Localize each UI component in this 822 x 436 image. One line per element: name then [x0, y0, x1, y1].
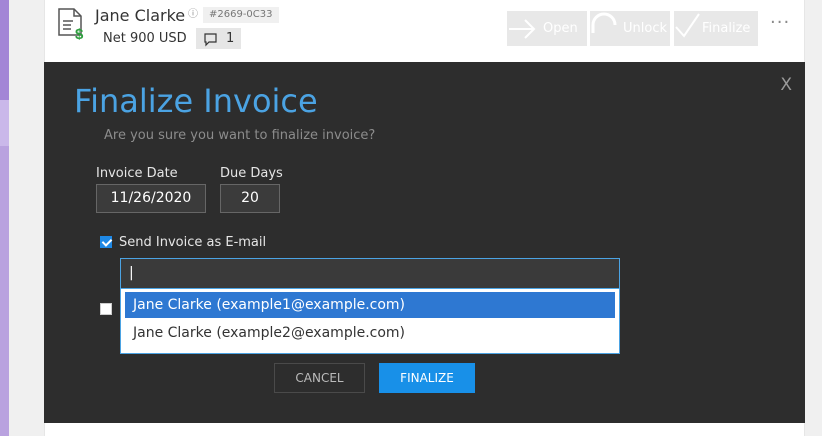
invoice-date-field[interactable]: 11/26/2020 [96, 184, 206, 213]
invoice-date-label: Invoice Date [96, 166, 178, 181]
dialog-subtitle: Are you sure you want to finalize invoic… [104, 128, 376, 143]
unlock-button-label: Unlock [623, 21, 667, 36]
email-suggestion-item[interactable]: Jane Clarke (example1@example.com) [125, 292, 615, 318]
sidebar-highlight [0, 100, 9, 146]
arrow-right-icon [509, 19, 536, 39]
email-suggestions-dropdown: Jane Clarke (example1@example.com) Jane … [120, 289, 620, 354]
open-button[interactable]: Open [507, 11, 587, 46]
finalize-header-label: Finalize [702, 21, 751, 36]
due-days-field[interactable]: 20 [220, 184, 280, 213]
client-name: Jane Clarke [95, 6, 186, 25]
svg-text:$: $ [75, 26, 84, 40]
net-amount: Net 900 USD [103, 31, 187, 46]
comment-icon [204, 33, 217, 47]
send-email-checkbox[interactable] [100, 236, 112, 248]
more-options-icon[interactable]: ··· [770, 12, 790, 33]
email-recipient-input[interactable]: | [120, 258, 620, 289]
checkmark-icon [675, 13, 700, 38]
invoice-document-icon: $ [58, 8, 84, 40]
comment-badge[interactable]: 1 [196, 28, 241, 49]
secondary-checkbox[interactable] [100, 303, 112, 315]
info-icon[interactable]: ⓘ [188, 5, 198, 20]
finalize-header-button[interactable]: Finalize [674, 11, 758, 46]
dialog-title: Finalize Invoice [74, 82, 318, 120]
close-button[interactable]: X [780, 75, 792, 95]
open-button-label: Open [543, 21, 578, 36]
email-suggestion-item[interactable]: Jane Clarke (example2@example.com) [125, 320, 615, 346]
unlock-icon [591, 12, 617, 33]
finalize-invoice-dialog: X Finalize Invoice Are you sure you want… [44, 62, 805, 423]
finalize-button[interactable]: FINALIZE [379, 363, 475, 393]
left-sidebar-strip [0, 0, 9, 436]
sidebar-lower [0, 146, 9, 436]
comment-count: 1 [226, 31, 235, 46]
send-email-label[interactable]: Send Invoice as E-mail [119, 235, 266, 250]
cancel-button[interactable]: CANCEL [274, 363, 365, 393]
due-days-label: Due Days [220, 166, 283, 181]
unlock-button[interactable]: Unlock [590, 11, 670, 46]
invoice-id-badge: #2669-0C33 [203, 7, 279, 23]
